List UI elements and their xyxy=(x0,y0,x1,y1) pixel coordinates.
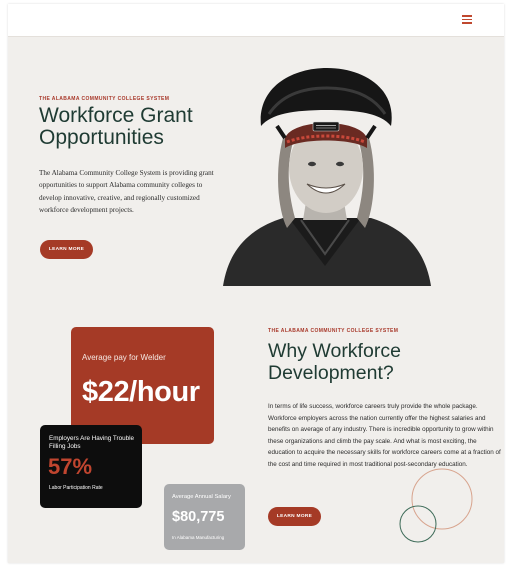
page: THE ALABAMA COMMUNITY COLLEGE SYSTEM Wor… xyxy=(8,4,504,563)
why-title: Why Workforce Development? xyxy=(268,340,401,384)
salary-stat-label: Average Annual Salary xyxy=(172,494,231,500)
salary-stat-card: Average Annual Salary $80,775 In Alabama… xyxy=(164,484,245,550)
welder-pay-value: $22/hour xyxy=(82,376,200,408)
jobs-stat-value: 57% xyxy=(48,454,93,479)
jobs-stat-card: Employers Are Having Trouble Filling Job… xyxy=(40,425,142,508)
jobs-stat-label: Employers Are Having Trouble Filling Job… xyxy=(49,435,135,450)
top-navigation-bar xyxy=(8,4,504,37)
decorative-rings-icon xyxy=(399,468,473,543)
hero-learn-more-button[interactable]: LEARN MORE xyxy=(40,240,93,259)
hamburger-menu-icon[interactable] xyxy=(462,15,472,24)
jobs-stat-caption: Labor Participation Rate xyxy=(49,485,103,491)
why-learn-more-button[interactable]: LEARN MORE xyxy=(268,507,321,526)
hero-eyebrow: THE ALABAMA COMMUNITY COLLEGE SYSTEM xyxy=(39,96,170,102)
hero-description: The Alabama Community College System is … xyxy=(39,169,214,214)
salary-stat-caption: In Alabama Manufacturing xyxy=(172,535,225,540)
welder-pay-label: Average pay for Welder xyxy=(82,353,166,362)
why-eyebrow: THE ALABAMA COMMUNITY COLLEGE SYSTEM xyxy=(268,328,399,334)
welder-portrait-image xyxy=(223,68,431,286)
salary-stat-value: $80,775 xyxy=(172,509,225,525)
hero-title: Workforce Grant Opportunities xyxy=(39,104,193,149)
